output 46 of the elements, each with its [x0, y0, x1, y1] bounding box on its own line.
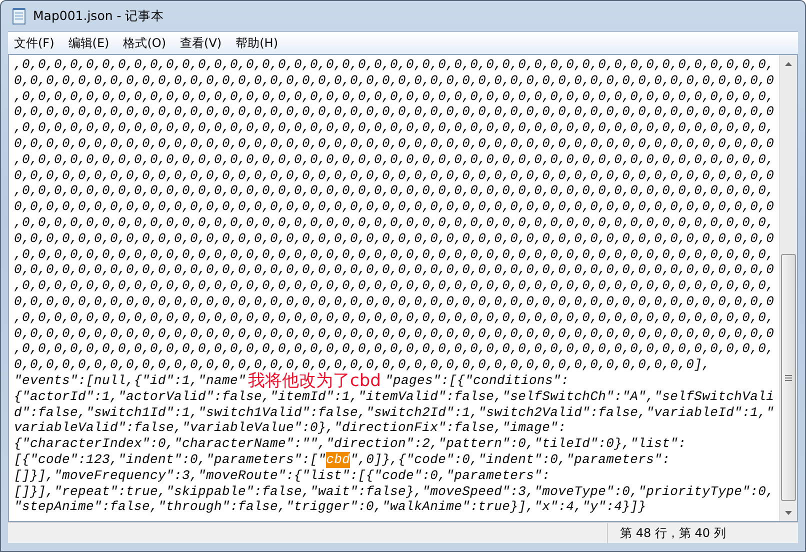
down-arrow-icon[interactable]: [785, 510, 792, 514]
code-text: []}],"moveFrequency":3,"moveRoute":{"list":[{"code":0,"parameters":: [14, 468, 550, 484]
code-text: "pages":[{"conditions":: [384, 372, 570, 389]
cursor-position: 第 48 行，第 40 列: [607, 523, 798, 543]
menu-item[interactable]: 帮助(H): [230, 32, 284, 54]
code-text: ,0,0,0,0,0,0,0,0,0,0,0,0,0,0,0,0,0,0,0,0,0,0,0,0,0,0,0,0,0,0,0,0,0,0,0,0,0,0,0,0,0,0,0,0,0,0,0,: [14, 214, 774, 231]
code-text: {"actorId":1,"actorValid":false,"itemId":1,"itemValid":false,"selfSwitchCh":"A","selfSwitchVali: [14, 388, 774, 405]
code-text: ,0,0,0,0,0,0,0,0,0,0,0,0,0,0,0,0,0,0,0,0,0,0,0,0,0,0,0,0,0,0,0,0,0,0,0,0,0,0,0,0,0,0,0,0,0,0,0,: [14, 88, 774, 104]
code-text: 0,0,0,0,0,0,0,0,0,0,0,0,0,0,0,0,0,0,0,0,0,0,0,0,0,0,0,0,0,0,0,0,0,0,0,0,0,0,0,0,0,0,0,0,0,0,0,0: [14, 136, 774, 152]
code-text: ,0,0,0,0,0,0,0,0,0,0,0,0,0,0,0,0,0,0,0,0,0,0,0,0,0,0,0,0,0,0,0,0,0,0,0,0,0,0,0,0,0,0,0,0,0,0,0,: [14, 310, 774, 326]
code-text: []}],"repeat":true,"skippable":false,"wait":false},"moveSpeed":3,"moveType":0,"priorityType":0,: [14, 484, 774, 500]
menu-item[interactable]: 文件(F): [8, 32, 60, 54]
code-text: ,0,0,0,0,0,0,0,0,0,0,0,0,0,0,0,0,0,0,0,0,0,0,0,0,0,0,0,0,0,0,0,0,0,0,0,0,0,0,0,0,0,0,0,0,0,0,0,: [14, 57, 774, 73]
code-text: ",0]},{"code":0,"indent":0,"parameters":: [350, 452, 670, 468]
code-text: 0,0,0,0,0,0,0,0,0,0,0,0,0,0,0,0,0,0,0,0,0,0,0,0,0,0,0,0,0,0,0,0,0,0,0,0,0,0,0,0,0,0,0,0,0,0,0,0: [14, 294, 774, 310]
scrollbar-thumb[interactable]: [781, 254, 796, 501]
menu-item[interactable]: 查看(V): [174, 32, 228, 54]
code-text: [{"code":123,"indent":0,"parameters":[": [14, 452, 326, 468]
code-text: 0,0,0,0,0,0,0,0,0,0,0,0,0,0,0,0,0,0,0,0,0,0,0,0,0,0,0,0,0,0,0,0,0,0,0,0,0,0,0,0,0,0,0,0,0,0,0,0: [14, 168, 774, 184]
selected-text: cbd: [326, 452, 350, 468]
code-text: ,0,0,0,0,0,0,0,0,0,0,0,0,0,0,0,0,0,0,0,0,0,0,0,0,0,0,0,0,0,0,0,0,0,0,0,0,0,0,0,0,0,0,0,0,0,0,0,: [14, 278, 774, 294]
code-text: 0,0,0,0,0,0,0,0,0,0,0,0,0,0,0,0,0,0,0,0,0,0,0,0,0,0,0,0,0,0,0,0,0,0,0,0,0,0,0,0,0,0,0,0,0,0,0,0: [14, 326, 774, 342]
code-text: d":false,"switch1Id":1,"switch1Valid":false,"switch2Id":1,"switch2Valid":false,"variableId":1,": [14, 404, 774, 420]
code-text: 0,0,0,0,0,0,0,0,0,0,0,0,0,0,0,0,0,0,0,0,0,0,0,0,0,0,0,0,0,0,0,0,0,0,0,0,0,0,0,0,0,0,0,0,0,0,0,0: [14, 262, 774, 278]
vertical-scrollbar[interactable]: [779, 55, 797, 521]
notepad-icon: [11, 7, 27, 25]
code-text: "events":[null,{"id":1,"name": [14, 372, 246, 389]
code-text: ,0,0,0,0,0,0,0,0,0,0,0,0,0,0,0,0,0,0,0,0,0,0,0,0,0,0,0,0,0,0,0,0,0,0,0,0,0,0,0,0,0,0,0,0,0,0,0,: [14, 183, 774, 200]
code-text: ,0,0,0,0,0,0,0,0,0,0,0,0,0,0,0,0,0,0,0,0,0,0,0,0,0,0,0,0,0,0,0,0,0,0,0,0,0,0,0,0,0,0,0,0,0,0,0,: [14, 120, 774, 136]
code-text: 0,0,0,0,0,0,0,0,0,0,0,0,0,0,0,0,0,0,0,0,0,0,0,0,0,0,0,0,0,0,0,0,0,0,0,0,0,0,0,0,0,0,0,0,0,0,0,0: [14, 199, 774, 215]
code-text: 0,0,0,0,0,0,0,0,0,0,0,0,0,0,0,0,0,0,0,0,0,0,0,0,0,0,0,0,0,0,0,0,0,0,0,0,0,0,0,0,0,0,0],: [14, 357, 710, 372]
code-text: ,0,0,0,0,0,0,0,0,0,0,0,0,0,0,0,0,0,0,0,0,0,0,0,0,0,0,0,0,0,0,0,0,0,0,0,0,0,0,0,0,0,0,0,0,0,0,0,: [14, 152, 774, 168]
annotation-text: 我将他改为了cbd: [248, 372, 381, 389]
code-text: 0,0,0,0,0,0,0,0,0,0,0,0,0,0,0,0,0,0,0,0,0,0,0,0,0,0,0,0,0,0,0,0,0,0,0,0,0,0,0,0,0,0,0,0,0,0,0,0: [14, 72, 774, 89]
menu-item[interactable]: 编辑(E): [62, 32, 116, 54]
grip-icon: [785, 374, 792, 380]
menu-item[interactable]: 格式(O): [117, 32, 172, 54]
code-text: 0,0,0,0,0,0,0,0,0,0,0,0,0,0,0,0,0,0,0,0,0,0,0,0,0,0,0,0,0,0,0,0,0,0,0,0,0,0,0,0,0,0,0,0,0,0,0,0: [14, 230, 774, 247]
code-text: "stepAnime":false,"through":false,"trigger":0,"walkAnime":true}],"x":4,"y":4}]}: [14, 499, 646, 516]
code-text: 0,0,0,0,0,0,0,0,0,0,0,0,0,0,0,0,0,0,0,0,0,0,0,0,0,0,0,0,0,0,0,0,0,0,0,0,0,0,0,0,0,0,0,0,0,0,0,0: [14, 104, 774, 120]
code-text: ,0,0,0,0,0,0,0,0,0,0,0,0,0,0,0,0,0,0,0,0,0,0,0,0,0,0,0,0,0,0,0,0,0,0,0,0,0,0,0,0,0,0,0,0,0,0,0,: [14, 341, 774, 358]
up-arrow-icon[interactable]: [785, 62, 792, 66]
code-text: ,0,0,0,0,0,0,0,0,0,0,0,0,0,0,0,0,0,0,0,0,0,0,0,0,0,0,0,0,0,0,0,0,0,0,0,0,0,0,0,0,0,0,0,0,0,0,0,: [14, 246, 774, 262]
code-text: {"characterIndex":0,"characterName":"","direction":2,"pattern":0,"tileId":0},"list":: [14, 436, 686, 452]
code-text: variableValid":false,"variableValue":0},"directionFix":false,"image":: [14, 420, 566, 436]
window-title: Map001.json - 记事本: [33, 8, 164, 24]
